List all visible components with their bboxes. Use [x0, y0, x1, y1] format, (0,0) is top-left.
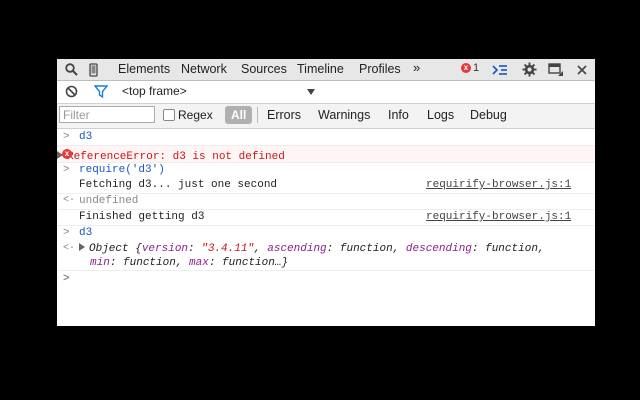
- filter-input[interactable]: [59, 106, 155, 123]
- result-arrow-icon: <·: [63, 195, 76, 206]
- object-preview[interactable]: Object {version: "3.4.11", ascending: fu…: [79, 243, 545, 255]
- regex-label: Regex: [178, 108, 213, 122]
- clear-console-icon[interactable]: [63, 81, 79, 102]
- drawer-icon[interactable]: [491, 59, 509, 80]
- object-key: version: [141, 243, 189, 255]
- dock-icon[interactable]: [546, 59, 564, 80]
- source-link[interactable]: requirify-browser.js:1: [426, 179, 571, 191]
- gear-icon[interactable]: [520, 59, 538, 80]
- filter-icon[interactable]: [93, 81, 109, 102]
- error-icon: x: [62, 149, 72, 159]
- level-all-button[interactable]: All: [225, 106, 253, 124]
- result-arrow-icon: <·: [63, 243, 76, 254]
- error-counter[interactable]: x 1: [461, 62, 479, 74]
- error-icon: x: [461, 63, 471, 73]
- frame-selector-row: <top frame>: [57, 81, 595, 104]
- object-prefix: Object {: [89, 243, 142, 255]
- frame-select[interactable]: <top frame>: [122, 84, 187, 98]
- expand-triangle-icon[interactable]: [79, 243, 85, 251]
- input-chevron-icon: >: [63, 164, 70, 176]
- regex-checkbox[interactable]: Regex: [163, 108, 213, 122]
- console-prompt[interactable]: >: [57, 272, 595, 288]
- console-log-row: Fetching d3... just one second requirify…: [57, 179, 595, 194]
- console-result-row: <· undefined: [57, 195, 595, 210]
- devtools-toolbar: Elements Network Sources Timeline Profil…: [57, 59, 595, 81]
- object-value: "3.4.11": [201, 243, 255, 255]
- close-icon[interactable]: [574, 59, 590, 80]
- search-icon[interactable]: [63, 59, 79, 80]
- divider: [57, 209, 595, 210]
- console-input: d3: [79, 227, 93, 239]
- console-input: require('d3'): [79, 164, 165, 176]
- object-key: max: [189, 257, 209, 269]
- console-input: d3: [79, 131, 93, 143]
- object-value: function: [123, 257, 176, 269]
- log-text: Finished getting d3: [79, 211, 205, 223]
- object-key: descending: [405, 243, 472, 255]
- result-value: undefined: [79, 195, 139, 207]
- object-preview-continued: min: function, max: function…}: [90, 257, 289, 269]
- tab-sources[interactable]: Sources: [241, 62, 287, 76]
- object-key: ascending: [267, 243, 327, 255]
- level-warnings-button[interactable]: Warnings: [318, 108, 370, 122]
- level-logs-button[interactable]: Logs: [427, 108, 454, 122]
- more-tabs-button[interactable]: »: [413, 60, 420, 75]
- object-value: function…}: [222, 257, 289, 269]
- devtools-window: Elements Network Sources Timeline Profil…: [57, 59, 595, 326]
- object-value: function: [485, 243, 538, 255]
- object-value: function: [339, 243, 393, 255]
- input-chevron-icon: >: [63, 131, 70, 143]
- console-input-row: > d3: [57, 130, 595, 145]
- tab-profiles[interactable]: Profiles: [359, 62, 401, 76]
- chevron-down-icon[interactable]: [307, 89, 315, 95]
- level-errors-button[interactable]: Errors: [267, 108, 301, 122]
- tab-elements[interactable]: Elements: [118, 62, 170, 76]
- divider: [57, 193, 595, 194]
- device-icon[interactable]: [87, 59, 99, 80]
- console-filter-bar: Regex All Errors Warnings Info Logs Debu…: [57, 104, 595, 129]
- console-error-row: x ReferenceError: d3 is not defined: [57, 146, 595, 163]
- console-object-row: <· Object {version: "3.4.11", ascending:…: [57, 243, 595, 273]
- divider: [57, 270, 595, 271]
- console-log-row: Finished getting d3 requirify-browser.js…: [57, 211, 595, 226]
- checkbox-icon[interactable]: [163, 109, 175, 121]
- console-input-row: > require('d3'): [57, 163, 595, 178]
- log-text: Fetching d3... just one second: [79, 179, 278, 191]
- input-chevron-icon: >: [63, 227, 70, 239]
- divider: [257, 107, 258, 123]
- error-count: 1: [473, 62, 480, 74]
- prompt-chevron-icon: >: [63, 273, 70, 285]
- divider: [57, 225, 595, 226]
- object-key: min: [90, 257, 110, 269]
- console-input-row: > d3: [57, 227, 595, 242]
- tab-network[interactable]: Network: [181, 62, 227, 76]
- tab-timeline[interactable]: Timeline: [297, 62, 344, 76]
- source-link[interactable]: requirify-browser.js:1: [426, 211, 571, 223]
- level-info-button[interactable]: Info: [388, 108, 409, 122]
- level-debug-button[interactable]: Debug: [470, 108, 507, 122]
